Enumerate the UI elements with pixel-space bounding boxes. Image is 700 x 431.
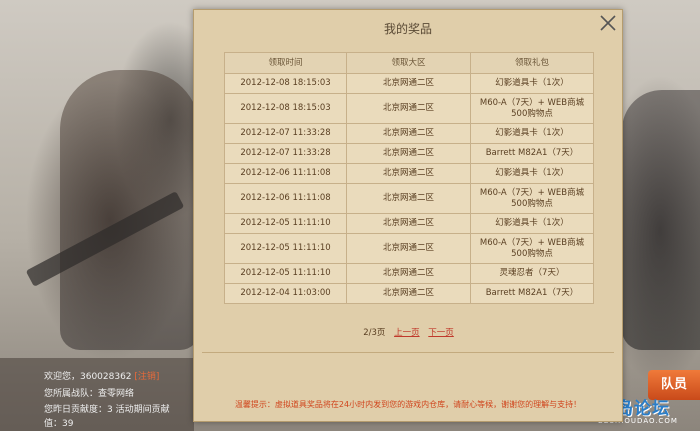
cell-time: 2012-12-04 11:03:00 (224, 283, 347, 304)
next-page-link[interactable]: 下一页 (428, 328, 454, 338)
table-row: 2012-12-06 11:11:08 北京网通二区 幻影道具卡（1次） (224, 163, 594, 184)
pagination: 2/3页 上一页 下一页 (224, 326, 593, 338)
prev-page-link[interactable]: 上一页 (394, 328, 420, 338)
cell-time: 2012-12-06 11:11:08 (224, 163, 347, 184)
close-icon[interactable] (598, 13, 618, 33)
column-header-gift: 领取礼包 (470, 52, 594, 74)
cell-time: 2012-12-08 18:15:03 (224, 73, 347, 94)
cell-time: 2012-12-05 11:11:10 (224, 263, 347, 284)
contribution-value: 值：39 (44, 419, 74, 429)
cell-gift: 灵魂忍者（7天） (470, 263, 594, 284)
logout-link[interactable]: [注销] (134, 372, 159, 382)
cell-region: 北京网通二区 (346, 263, 471, 284)
welcome-text: 欢迎您，360028362 (44, 372, 132, 382)
cell-gift: Barrett M82A1（7天） (470, 283, 594, 304)
cell-gift: 幻影道具卡（1次） (470, 163, 594, 184)
table-row: 2012-12-07 11:33:28 北京网通二区 Barrett M82A1… (224, 143, 594, 164)
cell-time: 2012-12-07 11:33:28 (224, 123, 347, 144)
game-character-left (60, 70, 200, 350)
cell-gift: Barrett M82A1（7天） (470, 143, 594, 164)
cell-gift: M60-A（7天）+ WEB商城500购物点 (470, 93, 594, 124)
team-text: 您所属战队：查零网络 (44, 389, 135, 399)
prizes-table: 领取时间 领取大区 领取礼包 2012-12-08 18:15:03 北京网通二… (224, 52, 594, 304)
table-row: 2012-12-06 11:11:08 北京网通二区 M60-A（7天）+ WE… (224, 183, 594, 214)
cell-gift: 幻影道具卡（1次） (470, 213, 594, 234)
table-row: 2012-12-07 11:33:28 北京网通二区 幻影道具卡（1次） (224, 123, 594, 144)
cell-region: 北京网通二区 (346, 123, 471, 144)
cell-time: 2012-12-07 11:33:28 (224, 143, 347, 164)
cell-region: 北京网通二区 (346, 73, 471, 94)
cell-gift: M60-A（7天）+ WEB商城500购物点 (470, 233, 594, 264)
prizes-dialog: 我的奖品 领取时间 领取大区 领取礼包 2012-12-08 18:15:03 … (193, 9, 623, 422)
notice-text: 温馨提示：虚拟道具奖品将在24小时内发到您的游戏内仓库，请耐心等候，谢谢您的理解… (234, 400, 582, 409)
table-row: 2012-12-05 11:11:10 北京网通二区 灵魂忍者（7天） (224, 263, 594, 284)
table-row: 2012-12-08 18:15:03 北京网通二区 M60-A（7天）+ WE… (224, 93, 594, 124)
column-header-region: 领取大区 (346, 52, 471, 74)
column-header-time: 领取时间 (224, 52, 347, 74)
user-info-panel: 欢迎您，360028362 [注销] 您所属战队：查零网络 您昨日贡献度：3 活… (0, 358, 194, 431)
cell-gift: 幻影道具卡（1次） (470, 73, 594, 94)
cell-region: 北京网通二区 (346, 93, 471, 124)
table-row: 2012-12-04 11:03:00 北京网通二区 Barrett M82A1… (224, 283, 594, 304)
cell-region: 北京网通二区 (346, 213, 471, 234)
prizes-table-wrap: 领取时间 领取大区 领取礼包 2012-12-08 18:15:03 北京网通二… (224, 52, 594, 304)
cell-region: 北京网通二区 (346, 163, 471, 184)
cell-time: 2012-12-05 11:11:10 (224, 233, 347, 264)
table-row: 2012-12-05 11:11:10 北京网通二区 M60-A（7天）+ WE… (224, 233, 594, 264)
cell-time: 2012-12-06 11:11:08 (224, 183, 347, 214)
cell-time: 2012-12-08 18:15:03 (224, 93, 347, 124)
cell-region: 北京网通二区 (346, 233, 471, 264)
table-row: 2012-12-05 11:11:10 北京网通二区 幻影道具卡（1次） (224, 213, 594, 234)
table-header: 领取时间 领取大区 领取礼包 (224, 52, 594, 74)
cell-region: 北京网通二区 (346, 283, 471, 304)
game-character-right (622, 90, 700, 350)
welcome-line: 欢迎您，360028362 [注销] (44, 369, 159, 382)
divider (202, 352, 614, 353)
cell-gift: 幻影道具卡（1次） (470, 123, 594, 144)
page-indicator: 2/3页 (363, 328, 386, 338)
cell-gift: M60-A（7天）+ WEB商城500购物点 (470, 183, 594, 214)
table-row: 2012-12-08 18:15:03 北京网通二区 幻影道具卡（1次） (224, 73, 594, 94)
dialog-title: 我的奖品 (383, 22, 432, 36)
contribution-text: 您昨日贡献度：3 活动期间贡献 (44, 405, 170, 415)
cell-region: 北京网通二区 (346, 143, 471, 164)
cell-region: 北京网通二区 (346, 183, 471, 214)
cell-time: 2012-12-05 11:11:10 (224, 213, 347, 234)
